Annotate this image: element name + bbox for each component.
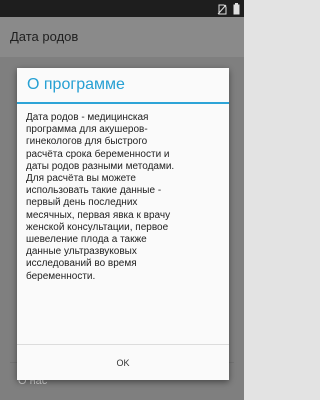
dialog-message-line: гинекологов для быстрого	[26, 136, 148, 148]
dialog-message-line: беременности.	[26, 270, 96, 282]
dialog-title: О программе	[27, 76, 125, 93]
dialog-message-line: женской консультации, первое	[26, 221, 169, 233]
dialog-message-line: расчёта срока беременности и	[26, 148, 170, 160]
dialog-message-line: шевеление плода а также	[26, 234, 147, 246]
dialog-message-line: данные ультразвуковых	[26, 246, 137, 258]
no-sim-icon	[217, 4, 227, 14]
dialog-message-line: месячных, первая явка к врачу	[26, 209, 171, 221]
status-bar	[0, 0, 244, 17]
dialog-message-line: даты родов разными методами.	[26, 160, 175, 172]
app-title: Дата родов	[10, 29, 79, 44]
dialog-title-divider	[17, 102, 229, 104]
dialog-message-line: Для расчёта вы можете	[26, 173, 136, 185]
app-bar: Дата родов	[0, 17, 244, 57]
ok-button[interactable]: OK	[17, 345, 229, 380]
about-dialog: О программе Дата родов - медицинская про…	[17, 68, 229, 380]
battery-icon	[233, 3, 240, 15]
dialog-message-line: первый день последних	[26, 197, 138, 209]
dialog-message-line: исследований во время	[26, 258, 137, 270]
dialog-message-line: программа для акушеров-	[26, 124, 148, 136]
dialog-message: Дата родов - медицинская программа для а…	[26, 112, 226, 283]
dialog-message-line: использовать такие данные -	[26, 185, 162, 197]
dialog-message-line: Дата родов - медицинская	[26, 112, 149, 123]
